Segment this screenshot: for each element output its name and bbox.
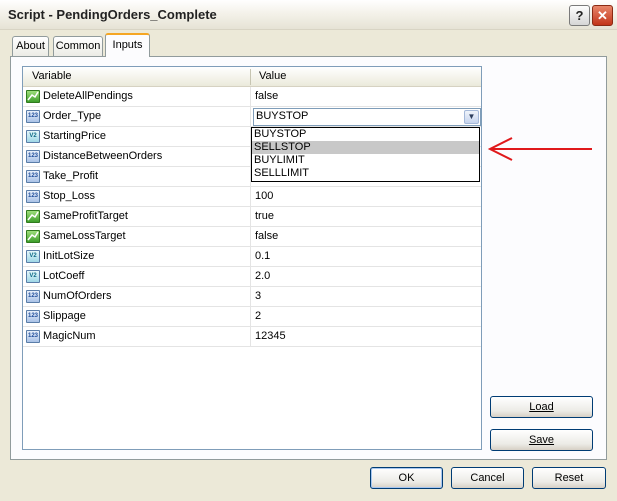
variable-name: DeleteAllPendings	[43, 90, 133, 102]
variable-name: Order_Type	[43, 110, 102, 122]
chevron-down-icon[interactable]: ▼	[464, 110, 479, 124]
table-row[interactable]: V2 InitLotSize 0.1	[23, 247, 481, 267]
table-row[interactable]: 123 MagicNum 12345	[23, 327, 481, 347]
cell-divider	[250, 187, 251, 207]
variable-name: InitLotSize	[43, 250, 95, 262]
order-type-select[interactable]: BUYSTOP ▼	[253, 108, 481, 126]
variable-value[interactable]: false	[255, 90, 278, 102]
help-icon[interactable]: ?	[569, 5, 590, 26]
variable-value[interactable]: 12345	[255, 330, 286, 342]
close-icon[interactable]: ✕	[592, 5, 613, 26]
integer-type-icon: 123	[26, 310, 40, 323]
reset-button[interactable]: Reset	[532, 467, 606, 489]
variable-value[interactable]: 3	[255, 290, 261, 302]
table-row[interactable]: SameLossTarget false	[23, 227, 481, 247]
variable-name: NumOfOrders	[43, 290, 112, 302]
option-selllimit[interactable]: SELLLIMIT	[252, 167, 479, 180]
variable-name: SameProfitTarget	[43, 210, 128, 222]
variable-value[interactable]: 0.1	[255, 250, 270, 262]
variable-name: MagicNum	[43, 330, 96, 342]
window-title: Script - PendingOrders_Complete	[8, 7, 217, 22]
title-bar: Script - PendingOrders_Complete ? ✕	[0, 0, 617, 30]
variable-value[interactable]: 2.0	[255, 270, 270, 282]
boolean-type-icon	[26, 230, 40, 243]
cell-divider	[250, 207, 251, 227]
boolean-type-icon	[26, 90, 40, 103]
double-type-icon: V2	[26, 250, 40, 263]
integer-type-icon: 123	[26, 170, 40, 183]
table-row[interactable]: DeleteAllPendings false	[23, 87, 481, 107]
tab-about[interactable]: About	[12, 36, 49, 56]
option-sellstop[interactable]: SELLSTOP	[252, 141, 479, 154]
load-button-label: Load	[529, 401, 554, 413]
tab-common[interactable]: Common	[53, 36, 103, 56]
variable-name: DistanceBetweenOrders	[43, 150, 163, 162]
tab-inputs[interactable]: Inputs	[105, 33, 150, 57]
variable-column-header[interactable]: Variable	[32, 70, 72, 82]
save-button-label: Save	[528, 434, 555, 446]
variable-name: StartingPrice	[43, 130, 106, 142]
cell-divider	[250, 247, 251, 267]
integer-type-icon: 123	[26, 110, 40, 123]
variable-name: Slippage	[43, 310, 86, 322]
variable-name: Stop_Loss	[43, 190, 95, 202]
order-type-dropdown-list[interactable]: BUYSTOP SELLSTOP BUYLIMIT SELLLIMIT	[251, 127, 480, 182]
save-button[interactable]: Save	[490, 429, 593, 451]
variable-name: Take_Profit	[43, 170, 99, 182]
cancel-button[interactable]: Cancel	[451, 467, 524, 489]
option-buystop[interactable]: BUYSTOP	[252, 128, 479, 141]
cell-divider	[250, 287, 251, 307]
grid-header: Variable Value	[23, 67, 481, 87]
cell-divider	[250, 87, 251, 107]
variable-name: LotCoeff	[43, 270, 85, 282]
column-divider[interactable]	[250, 69, 251, 85]
table-row[interactable]: 123 Stop_Loss 100	[23, 187, 481, 207]
integer-type-icon: 123	[26, 150, 40, 163]
cell-divider	[250, 267, 251, 287]
table-row[interactable]: 123 NumOfOrders 3	[23, 287, 481, 307]
double-type-icon: V2	[26, 130, 40, 143]
order-type-selected-value: BUYSTOP	[256, 110, 309, 122]
integer-type-icon: 123	[26, 290, 40, 303]
red-arrow-annotation	[487, 137, 592, 161]
option-buylimit[interactable]: BUYLIMIT	[252, 154, 479, 167]
variable-name: SameLossTarget	[43, 230, 126, 242]
cell-divider	[250, 327, 251, 347]
value-column-header[interactable]: Value	[259, 70, 286, 82]
cell-divider	[250, 107, 251, 127]
variable-value[interactable]: false	[255, 230, 278, 242]
table-row[interactable]: 123 Slippage 2	[23, 307, 481, 327]
table-row[interactable]: V2 LotCoeff 2.0	[23, 267, 481, 287]
variable-value[interactable]: 2	[255, 310, 261, 322]
table-row[interactable]: SameProfitTarget true	[23, 207, 481, 227]
variable-value[interactable]: 100	[255, 190, 273, 202]
load-button[interactable]: Load	[490, 396, 593, 418]
table-row[interactable]: 123 Order_Type BUYSTOP ▼	[23, 107, 481, 127]
boolean-type-icon	[26, 210, 40, 223]
ok-button[interactable]: OK	[370, 467, 443, 489]
cell-divider	[250, 307, 251, 327]
integer-type-icon: 123	[26, 330, 40, 343]
cell-divider	[250, 227, 251, 247]
integer-type-icon: 123	[26, 190, 40, 203]
inputs-grid: Variable Value DeleteAllPendings false 123…	[22, 66, 482, 450]
double-type-icon: V2	[26, 270, 40, 283]
variable-value[interactable]: true	[255, 210, 274, 222]
